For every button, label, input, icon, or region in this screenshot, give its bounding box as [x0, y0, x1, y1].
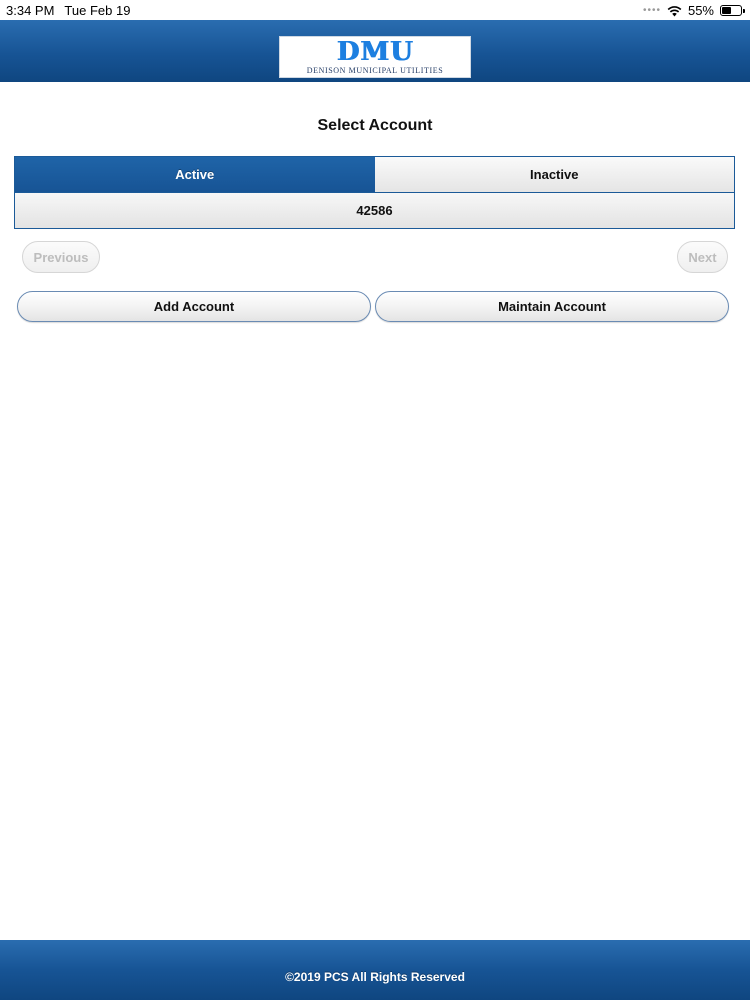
add-account-button[interactable]: Add Account — [17, 291, 371, 322]
logo-subtitle: DENISON MUNICIPAL UTILITIES — [306, 65, 444, 75]
account-list-item[interactable]: 42586 — [14, 193, 735, 229]
tab-active[interactable]: Active — [15, 157, 375, 192]
battery-fill — [722, 7, 732, 14]
footer-copyright: ©2019 PCS All Rights Reserved — [285, 970, 465, 984]
battery-percent: 55% — [687, 3, 714, 18]
status-right: •••• 55% — [642, 3, 745, 18]
battery-icon — [720, 5, 745, 16]
previous-button[interactable]: Previous — [22, 241, 100, 273]
dmu-logo: DMU DENISON MUNICIPAL UTILITIES — [279, 36, 471, 78]
app-footer: ©2019 PCS All Rights Reserved — [0, 940, 750, 1000]
status-left: 3:34 PM Tue Feb 19 — [6, 3, 130, 18]
status-date: Tue Feb 19 — [64, 3, 131, 18]
logo-mark: DMU — [336, 36, 414, 67]
status-bar: 3:34 PM Tue Feb 19 •••• 55% — [0, 0, 750, 20]
signal-dots-icon: •••• — [642, 5, 661, 16]
app-header: DMU DENISON MUNICIPAL UTILITIES — [0, 20, 750, 82]
tab-inactive[interactable]: Inactive — [374, 157, 734, 192]
next-button[interactable]: Next — [677, 241, 728, 273]
account-status-tabs: Active Inactive — [14, 156, 735, 193]
page-title: Select Account — [317, 117, 433, 134]
maintain-account-button[interactable]: Maintain Account — [375, 291, 729, 322]
wifi-icon — [667, 5, 682, 16]
status-time: 3:34 PM — [6, 3, 55, 18]
